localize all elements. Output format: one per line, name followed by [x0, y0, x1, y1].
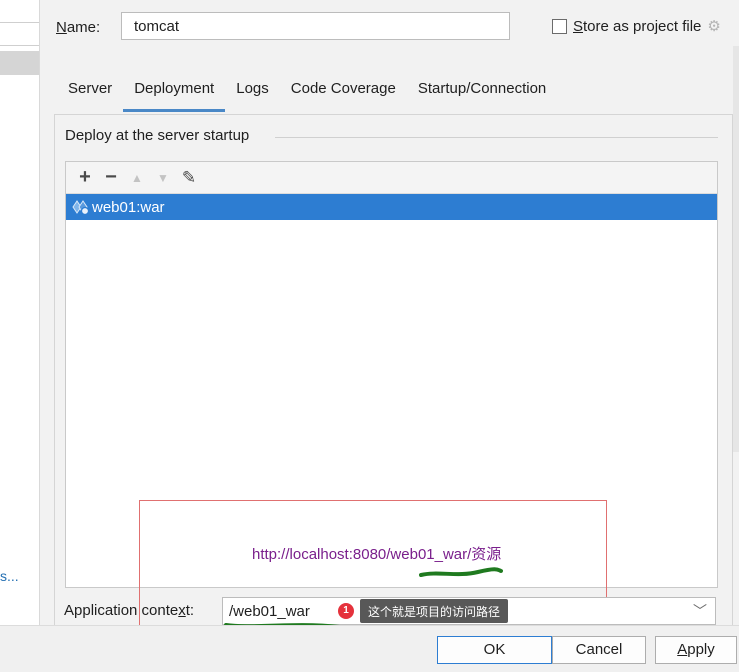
annotation-badge: 1 — [338, 603, 354, 619]
url-underline-scribble — [419, 567, 503, 577]
tab-logs[interactable]: Logs — [225, 78, 280, 112]
scrollbar[interactable] — [733, 46, 739, 452]
tab-code-coverage[interactable]: Code Coverage — [280, 78, 407, 112]
store-as-project-label: Store as project file — [573, 17, 702, 35]
tab-server[interactable]: Server — [56, 78, 123, 112]
group-divider — [275, 137, 718, 138]
store-as-project-file[interactable]: Store as project file ⚙ — [552, 17, 721, 35]
move-down-icon[interactable]: ▼ — [150, 165, 176, 191]
cancel-button[interactable]: Cancel — [552, 636, 646, 664]
config-tabs: Server Deployment Logs Code Coverage Sta… — [56, 78, 557, 112]
configurations-panel: s... — [0, 0, 40, 625]
tab-deployment[interactable]: Deployment — [123, 78, 226, 112]
apply-button[interactable]: Apply — [655, 636, 737, 664]
move-up-icon[interactable]: ▲ — [124, 165, 150, 191]
config-list-selected-item[interactable] — [0, 51, 39, 75]
dialog-button-bar: OK Cancel Apply — [0, 625, 739, 672]
edit-templates-link[interactable]: s... — [0, 568, 19, 584]
name-label: Name: — [56, 19, 101, 36]
deploy-group-title: Deploy at the server startup — [65, 127, 256, 144]
tab-startup-connection[interactable]: Startup/Connection — [407, 78, 557, 112]
name-input[interactable] — [121, 12, 510, 40]
application-context-label: Application context: — [64, 602, 195, 619]
artifact-icon — [72, 200, 90, 216]
add-icon[interactable]: + — [72, 165, 98, 191]
config-search-input[interactable] — [0, 22, 39, 46]
annotation-tooltip: 这个就是项目的访问路径 — [360, 599, 509, 623]
list-item[interactable]: web01:war — [66, 194, 717, 220]
chevron-down-icon[interactable]: ﹀ — [693, 601, 707, 621]
deploy-item-label: web01:war — [92, 198, 165, 216]
deploy-toolbar: + − ▲ ▼ ✎ — [66, 162, 717, 194]
store-as-project-checkbox[interactable] — [552, 18, 567, 34]
application-context-value: /web01_war — [229, 603, 310, 620]
annotation-url: http://localhost:8080/web01_war/资源 — [252, 546, 502, 563]
edit-icon[interactable]: ✎ — [176, 165, 202, 191]
remove-icon[interactable]: − — [98, 165, 124, 191]
ok-button[interactable]: OK — [437, 636, 552, 664]
gear-icon[interactable]: ⚙ — [707, 17, 720, 35]
